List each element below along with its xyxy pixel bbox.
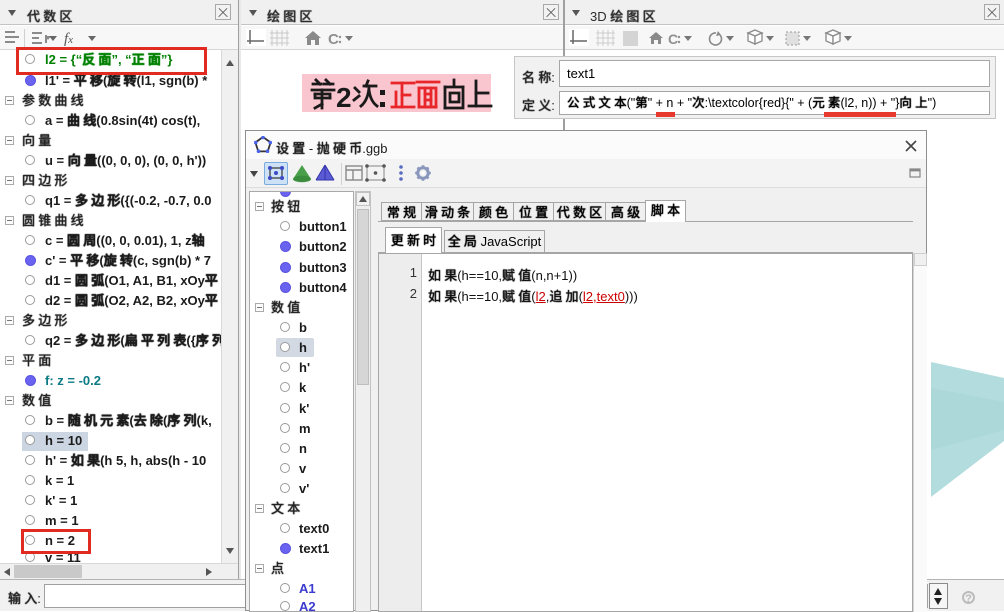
svg-text:C: C <box>328 31 339 48</box>
svg-text:2: 2 <box>336 82 352 111</box>
svg-text:C: C <box>668 31 678 47</box>
